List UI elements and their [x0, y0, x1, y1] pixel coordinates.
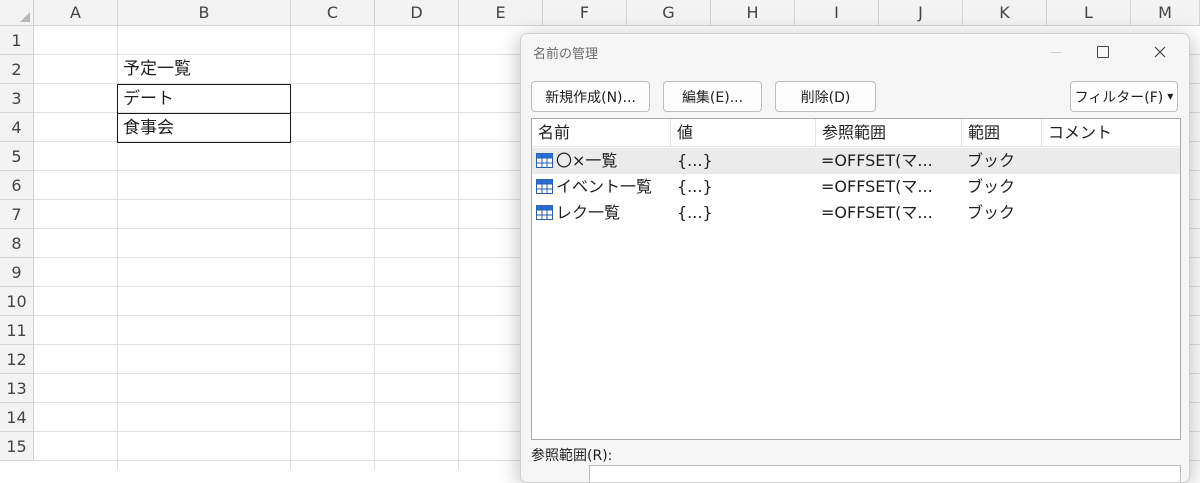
- maximize-icon: [1097, 46, 1109, 58]
- column-header-g[interactable]: G: [627, 0, 711, 26]
- minimize-icon: [1051, 51, 1061, 53]
- comment-cell: [1047, 148, 1177, 174]
- name-cell: レク一覧: [556, 203, 621, 222]
- cell-b3[interactable]: デート: [117, 84, 291, 114]
- column-header-c[interactable]: C: [291, 0, 375, 26]
- row-header-9[interactable]: 9: [0, 258, 34, 287]
- close-icon: [1154, 46, 1166, 58]
- close-button[interactable]: [1137, 34, 1183, 70]
- value-cell: {...}: [677, 203, 713, 222]
- dropdown-arrow-icon: ▼: [1167, 92, 1174, 101]
- column-header-a[interactable]: A: [34, 0, 118, 26]
- value-cell: {...}: [677, 177, 713, 196]
- scope-cell: ブック: [967, 151, 1016, 170]
- filter-button[interactable]: フィルター(F) ▼: [1070, 81, 1178, 112]
- scope-cell: ブック: [967, 177, 1016, 196]
- new-name-button[interactable]: 新規作成(N)...: [531, 81, 650, 112]
- name-cell: イベント一覧: [556, 177, 653, 196]
- gridline: [458, 26, 459, 470]
- column-header-k[interactable]: K: [963, 0, 1047, 26]
- table-icon: [536, 153, 553, 168]
- row-header-11[interactable]: 11: [0, 316, 34, 345]
- column-name[interactable]: 名前: [532, 119, 671, 147]
- list-item[interactable]: レク一覧 {...} =OFFSET(マ... ブック: [532, 200, 1180, 226]
- row-header-12[interactable]: 12: [0, 345, 34, 374]
- name-manager-dialog: 名前の管理 新規作成(N)... 編集(E)... 削除(D) フィルター(F)…: [520, 33, 1190, 483]
- row-header-8[interactable]: 8: [0, 229, 34, 258]
- column-comment[interactable]: コメント: [1042, 119, 1181, 147]
- names-list[interactable]: 名前 値 参照範囲 範囲 コメント 〇×一覧 {...} =OFFSET(マ..…: [531, 118, 1181, 440]
- minimize-button[interactable]: [1033, 34, 1079, 70]
- column-scope[interactable]: 範囲: [962, 119, 1042, 147]
- column-header-l[interactable]: L: [1047, 0, 1131, 26]
- column-header-b[interactable]: B: [118, 0, 291, 26]
- dialog-title: 名前の管理: [533, 47, 599, 62]
- column-refers-to[interactable]: 参照範囲: [816, 119, 962, 147]
- row-header-7[interactable]: 7: [0, 200, 34, 229]
- refers-to-cell: =OFFSET(マ...: [821, 151, 933, 170]
- column-header-f[interactable]: F: [543, 0, 627, 26]
- refers-to-cell: =OFFSET(マ...: [821, 177, 933, 196]
- column-header-d[interactable]: D: [375, 0, 459, 26]
- column-header-j[interactable]: J: [879, 0, 963, 26]
- dialog-titlebar[interactable]: 名前の管理: [521, 34, 1189, 70]
- row-header-2[interactable]: 2: [0, 55, 34, 84]
- value-cell: {...}: [677, 151, 713, 170]
- maximize-button[interactable]: [1080, 34, 1126, 70]
- row-header-6[interactable]: 6: [0, 171, 34, 200]
- delete-name-button[interactable]: 削除(D): [775, 81, 876, 112]
- table-icon: [536, 205, 553, 220]
- select-all-corner[interactable]: [0, 0, 34, 26]
- table-icon: [536, 179, 553, 194]
- column-header-h[interactable]: H: [711, 0, 795, 26]
- scope-cell: ブック: [967, 203, 1016, 222]
- row-header-4[interactable]: 4: [0, 113, 34, 142]
- cell-b4[interactable]: 食事会: [117, 113, 291, 143]
- gridline: [374, 26, 375, 470]
- refers-to-label: 参照範囲(R):: [531, 448, 613, 464]
- cell-b2[interactable]: 予定一覧: [118, 55, 291, 84]
- column-value[interactable]: 値: [671, 119, 816, 147]
- row-header-10[interactable]: 10: [0, 287, 34, 316]
- edit-name-button[interactable]: 編集(E)...: [663, 81, 762, 112]
- row-header-14[interactable]: 14: [0, 403, 34, 432]
- row-header-15[interactable]: 15: [0, 432, 34, 461]
- refers-to-cell: =OFFSET(マ...: [821, 203, 933, 222]
- column-header-e[interactable]: E: [459, 0, 543, 26]
- comment-cell: [1047, 200, 1177, 226]
- column-header-m[interactable]: M: [1131, 0, 1200, 26]
- row-header-5[interactable]: 5: [0, 142, 34, 171]
- name-cell: 〇×一覧: [556, 151, 618, 170]
- row-header-1[interactable]: 1: [0, 26, 34, 55]
- list-item[interactable]: イベント一覧 {...} =OFFSET(マ... ブック: [532, 174, 1180, 200]
- list-item[interactable]: 〇×一覧 {...} =OFFSET(マ... ブック: [532, 148, 1180, 174]
- filter-button-label: フィルター(F): [1074, 89, 1164, 106]
- row-header-13[interactable]: 13: [0, 374, 34, 403]
- comment-cell: [1047, 174, 1177, 200]
- row-header-3[interactable]: 3: [0, 84, 34, 113]
- column-header-i[interactable]: I: [795, 0, 879, 26]
- refers-to-input[interactable]: [589, 465, 1181, 482]
- names-list-header: 名前 値 参照範囲 範囲 コメント: [532, 119, 1180, 147]
